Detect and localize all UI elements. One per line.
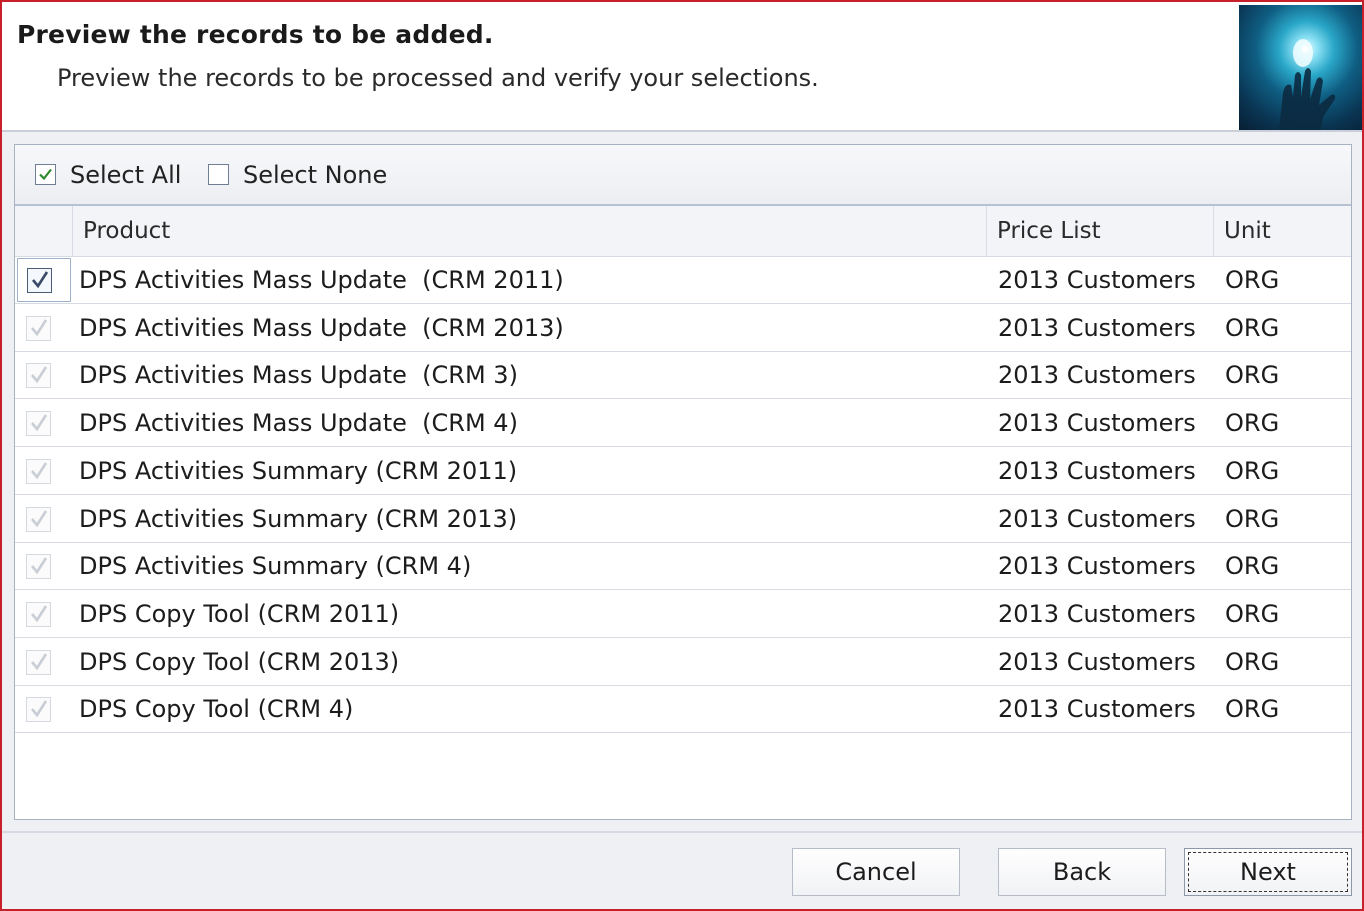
row-checkbox-cell (15, 305, 72, 351)
select-all-label[interactable]: Select All (70, 161, 181, 189)
row-checkbox-cell (15, 639, 72, 685)
select-none-label[interactable]: Select None (243, 161, 387, 189)
checkmark-icon (39, 168, 52, 181)
row-unit: ORG (1225, 361, 1280, 390)
glowing-hand-image (1239, 5, 1362, 130)
row-checkbox-cell (17, 258, 71, 302)
row-unit: ORG (1225, 552, 1280, 581)
row-checkbox-cell (15, 496, 72, 542)
row-unit: ORG (1225, 313, 1280, 342)
checkmark-icon (31, 652, 48, 670)
checkmark-icon (32, 271, 49, 289)
column-header-unit[interactable]: Unit (1214, 206, 1351, 256)
next-button[interactable]: Next (1184, 848, 1352, 896)
row-price-list: 2013 Customers (998, 313, 1196, 342)
row-checkbox-cell (15, 448, 72, 494)
checkmark-icon (31, 557, 48, 575)
wizard-header: Preview the records to be added. Preview… (2, 2, 1362, 132)
checkmark-icon (31, 366, 48, 384)
row-checkbox-cell (15, 591, 72, 637)
row-price-list: 2013 Customers (998, 409, 1196, 438)
row-product: DPS Activities Mass Update (CRM 2013) (79, 313, 564, 342)
checkmark-icon (31, 462, 48, 479)
row-unit: ORG (1225, 647, 1280, 676)
table-row[interactable]: DPS Activities Mass Update (CRM 2011) 201… (15, 257, 1351, 304)
column-header-price-list[interactable]: Price List (987, 206, 1214, 256)
row-price-list: 2013 Customers (998, 695, 1196, 724)
row-checkbox[interactable] (26, 697, 51, 723)
row-checkbox[interactable] (26, 411, 51, 437)
row-unit: ORG (1225, 695, 1280, 724)
row-product: DPS Activities Summary (CRM 2013) (79, 504, 518, 533)
row-price-list: 2013 Customers (998, 456, 1196, 485)
records-grid-panel: Select All Select None Product Price Lis… (14, 144, 1352, 820)
table-row[interactable]: DPS Copy Tool (CRM 2011) 2013 Customers OR… (15, 590, 1351, 638)
row-unit: ORG (1225, 599, 1280, 628)
table-row[interactable]: DPS Activities Summary (CRM 2011) 2013 Cu… (15, 447, 1351, 495)
table-row[interactable]: DPS Activities Mass Update (CRM 3) 2013 C… (15, 352, 1351, 400)
row-product: DPS Activities Mass Update (CRM 3) (79, 361, 518, 390)
wizard-window: Preview the records to be added. Preview… (0, 0, 1364, 911)
row-product: DPS Copy Tool (CRM 4) (79, 695, 354, 724)
back-button[interactable]: Back (998, 848, 1166, 896)
row-unit: ORG (1225, 266, 1280, 294)
row-unit: ORG (1225, 409, 1280, 438)
checkmark-icon (31, 414, 48, 432)
row-price-list: 2013 Customers (998, 599, 1196, 628)
row-unit: ORG (1225, 456, 1280, 485)
row-price-list: 2013 Customers (998, 552, 1196, 581)
grid-column-header: Product Price List Unit (15, 206, 1351, 257)
checkmark-icon (31, 509, 48, 527)
row-checkbox[interactable] (26, 601, 51, 627)
table-row[interactable]: DPS Copy Tool (CRM 4) 2013 Customers ORG (15, 686, 1351, 734)
row-product: DPS Activities Mass Update (CRM 2011) (79, 266, 564, 294)
footer-divider (2, 831, 1362, 833)
row-checkbox[interactable] (26, 506, 51, 532)
checkmark-icon (31, 700, 48, 718)
row-checkbox-cell (15, 543, 72, 589)
table-row[interactable]: DPS Activities Summary (CRM 2013) 2013 Cu… (15, 495, 1351, 543)
row-checkbox-cell (15, 352, 72, 398)
page-subtitle: Preview the records to be processed and … (57, 64, 819, 92)
row-checkbox-cell (15, 686, 72, 732)
column-header-product[interactable]: Product (73, 206, 987, 256)
row-unit: ORG (1225, 504, 1280, 533)
row-product: DPS Copy Tool (CRM 2011) (79, 599, 400, 628)
row-checkbox[interactable] (26, 363, 51, 389)
selection-toolbar: Select All Select None (15, 145, 1351, 206)
page-title: Preview the records to be added. (17, 20, 494, 49)
row-checkbox[interactable] (27, 268, 52, 293)
table-row[interactable]: DPS Copy Tool (CRM 2013) 2013 Customers OR… (15, 638, 1351, 686)
checkbox-column-header (15, 206, 73, 256)
row-price-list: 2013 Customers (998, 504, 1196, 533)
row-checkbox[interactable] (26, 554, 51, 580)
table-row[interactable]: DPS Activities Mass Update (CRM 4) 2013 C… (15, 400, 1351, 448)
row-checkbox-cell (15, 400, 72, 446)
row-product: DPS Copy Tool (CRM 2013) (79, 647, 400, 676)
row-product: DPS Activities Mass Update (CRM 4) (79, 409, 518, 438)
row-price-list: 2013 Customers (998, 266, 1196, 294)
table-row[interactable]: DPS Activities Summary (CRM 4) 2013 Custo… (15, 543, 1351, 591)
checkmark-icon (31, 605, 48, 623)
select-all-checkbox[interactable] (35, 164, 56, 185)
row-price-list: 2013 Customers (998, 647, 1196, 676)
row-price-list: 2013 Customers (998, 361, 1196, 390)
select-none-checkbox[interactable] (208, 164, 229, 185)
checkmark-icon (31, 318, 48, 336)
row-checkbox[interactable] (26, 649, 51, 675)
row-checkbox[interactable] (26, 315, 51, 341)
row-product: DPS Activities Summary (CRM 4) (79, 552, 472, 581)
table-row[interactable]: DPS Activities Mass Update (CRM 2013) 201… (15, 304, 1351, 352)
cancel-button[interactable]: Cancel (792, 848, 960, 896)
row-product: DPS Activities Summary (CRM 2011) (79, 456, 518, 485)
row-checkbox[interactable] (26, 458, 51, 484)
